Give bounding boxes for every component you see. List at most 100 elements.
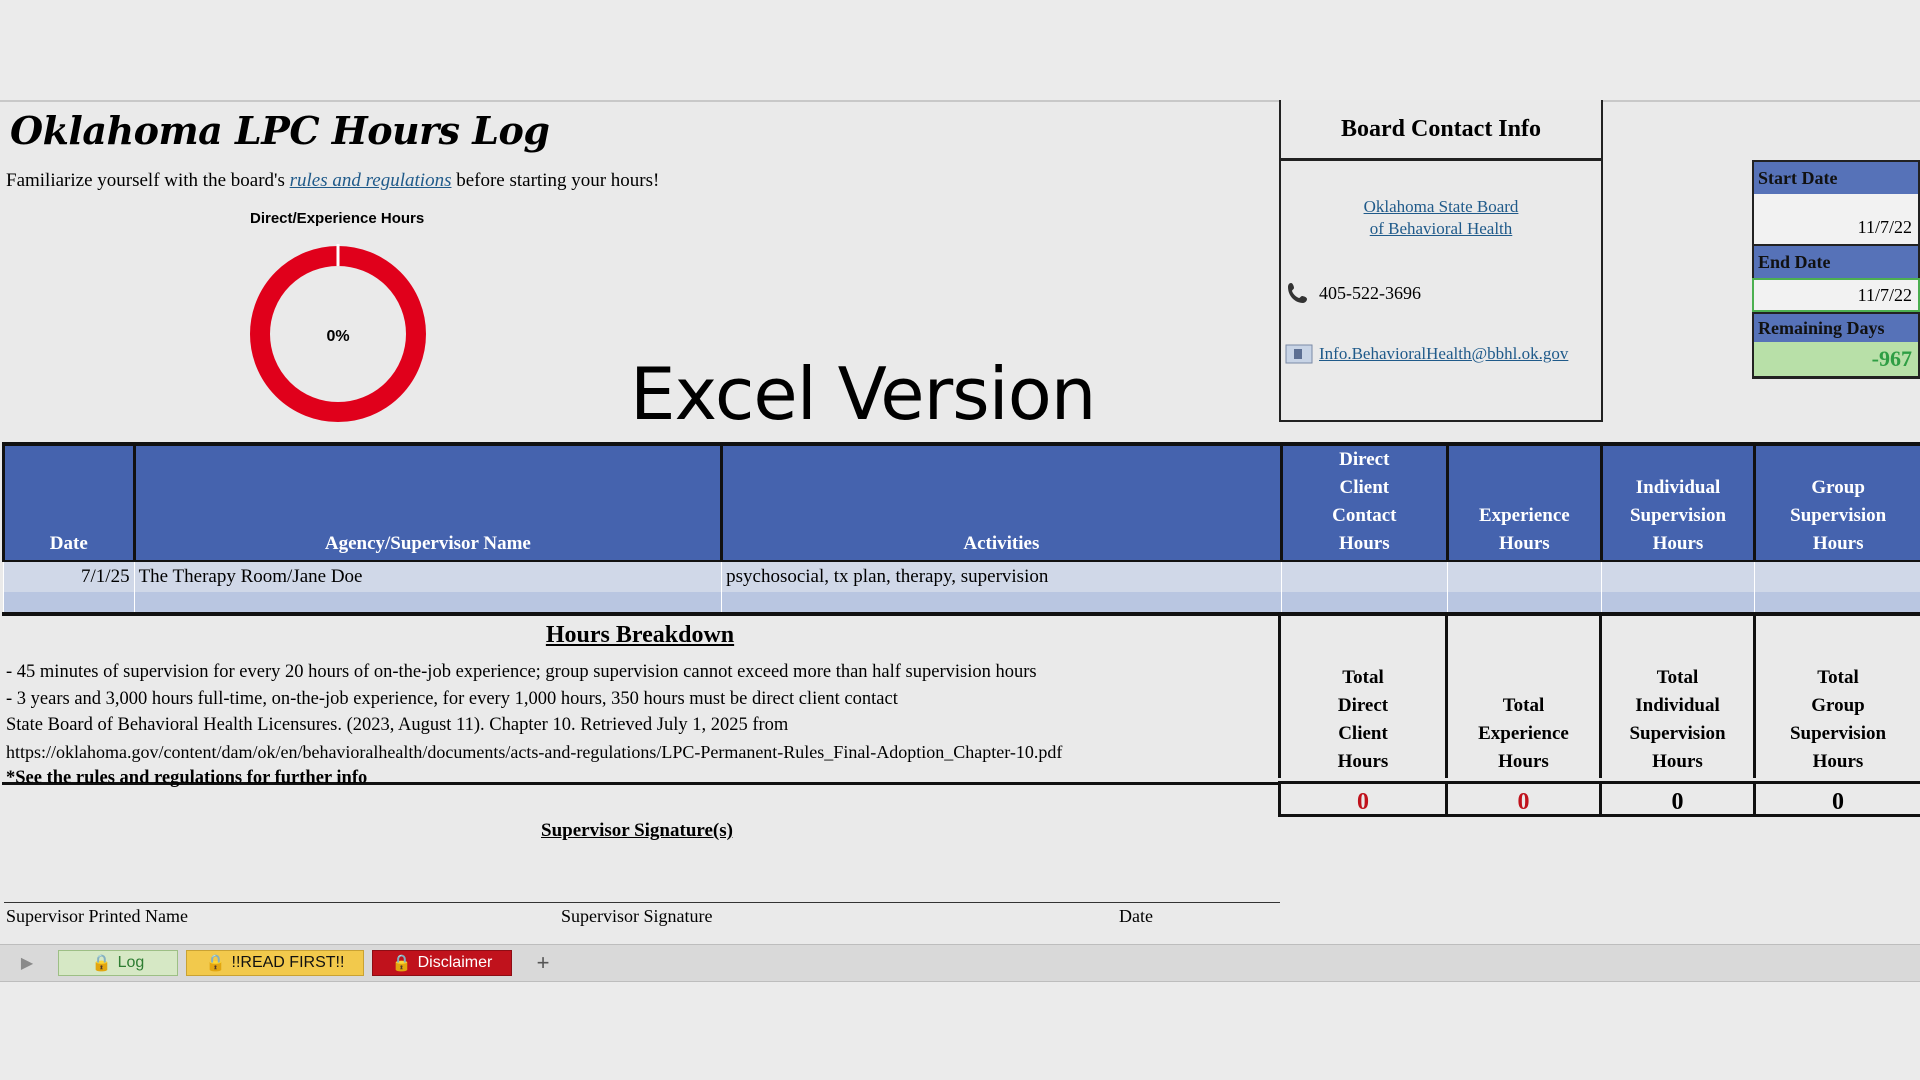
cell-date[interactable]: 7/1/25 xyxy=(3,561,135,592)
total-direct-value: 0 xyxy=(1278,781,1445,817)
col-header-activities[interactable]: Activities xyxy=(720,442,1282,562)
col-header-group[interactable]: Group Supervision Hours xyxy=(1753,442,1920,562)
total-group-l1: Total xyxy=(1817,667,1859,688)
breakdown-url: https://oklahoma.gov/content/dam/ok/en/b… xyxy=(6,742,1063,762)
intro-text: Familiarize yourself with the board's ru… xyxy=(6,170,659,192)
board-contact-panel: Board Contact Info Oklahoma State Board … xyxy=(1279,100,1603,422)
total-direct-l1: Total xyxy=(1342,667,1384,688)
breakdown-line2: - 3 years and 3,000 hours full-time, on-… xyxy=(6,689,898,709)
total-individual-value: 0 xyxy=(1599,781,1753,817)
cell-individual[interactable] xyxy=(1600,561,1755,592)
supervisor-signature-label: Supervisor Signature xyxy=(561,906,713,926)
individual-l1: Individual xyxy=(1635,477,1721,498)
scroll-tabs-right-icon[interactable]: ▶ xyxy=(14,950,40,976)
remaining-days-label: Remaining Days xyxy=(1752,312,1920,342)
cell-experience[interactable] xyxy=(1447,561,1602,592)
col-header-direct[interactable]: Direct Client Contact Hours xyxy=(1279,442,1448,562)
chart-title: Direct/Experience Hours xyxy=(250,210,425,227)
total-group-value: 0 xyxy=(1753,781,1920,817)
col-header-agency[interactable]: Agency/Supervisor Name xyxy=(132,442,722,562)
page-title: Oklahoma LPC Hours Log xyxy=(10,108,550,153)
group-l1: Group xyxy=(1811,477,1865,498)
donut-center-label: 0% xyxy=(326,328,349,345)
total-individual-l4: Hours xyxy=(1652,751,1703,772)
end-date-label: End Date xyxy=(1752,244,1920,278)
total-experience-l1: Total xyxy=(1502,695,1545,716)
board-phone: 405-522-3696 xyxy=(1285,280,1421,306)
total-direct-header: Total Direct Client Hours xyxy=(1278,612,1445,778)
direct-l3: Contact xyxy=(1332,505,1397,526)
col-header-experience[interactable]: Experience Hours xyxy=(1446,442,1602,562)
breakdown-title: Hours Breakdown xyxy=(545,622,735,648)
board-link-line1[interactable]: Oklahoma State Board xyxy=(1364,197,1519,216)
remaining-days-value: -967 xyxy=(1752,342,1920,379)
tab-read-first-label: !!READ FIRST!! xyxy=(231,954,345,971)
lock-icon: 🔒 xyxy=(391,955,412,972)
board-contact-heading: Board Contact Info xyxy=(1281,100,1601,161)
hours-breakdown: Hours Breakdown - 45 minutes of supervis… xyxy=(2,612,1278,788)
start-date-value[interactable]: 11/7/22 xyxy=(1752,194,1920,244)
phone-number: 405-522-3696 xyxy=(1319,282,1421,303)
end-date-value[interactable]: 11/7/22 xyxy=(1752,278,1920,312)
total-experience-l2: Experience xyxy=(1478,723,1569,744)
group-l2: Supervision xyxy=(1790,505,1887,526)
total-group-l3: Supervision xyxy=(1789,723,1887,744)
breakdown-line3: State Board of Behavioral Health Licensu… xyxy=(6,715,789,735)
individual-l3: Hours xyxy=(1652,533,1704,554)
tab-read-first[interactable]: 🔒 !!READ FIRST!! xyxy=(186,950,364,976)
experience-l1: Experience xyxy=(1478,505,1570,526)
lock-icon: 🔒 xyxy=(91,955,112,972)
progress-donut-chart: 0% xyxy=(250,244,426,422)
individual-l2: Supervision xyxy=(1629,505,1727,526)
total-individual-l2: Individual xyxy=(1635,695,1720,716)
intro-before: Familiarize yourself with the board's xyxy=(6,170,290,191)
total-direct-l2: Direct xyxy=(1337,695,1389,716)
tab-log[interactable]: 🔒 Log xyxy=(58,950,178,976)
total-individual-l1: Total xyxy=(1656,667,1699,688)
dates-panel: Start Date 11/7/22 End Date 11/7/22 Rema… xyxy=(1752,160,1920,379)
intro-after: before starting your hours! xyxy=(451,170,660,191)
cell-agency[interactable]: The Therapy Room/Jane Doe xyxy=(133,561,722,592)
total-experience-l3: Hours xyxy=(1498,751,1549,772)
signature-date-label: Date xyxy=(1119,906,1153,926)
email-link[interactable]: Info.BehavioralHealth@bbhl.ok.gov xyxy=(1319,344,1568,364)
hours-log-table: Date Agency/Supervisor Name Activities D… xyxy=(2,442,1920,616)
lock-icon: 🔒 xyxy=(205,955,226,972)
board-website-link[interactable]: Oklahoma State Board of Behavioral Healt… xyxy=(1281,196,1601,240)
window-background xyxy=(0,982,1920,1080)
total-direct-l4: Hours xyxy=(1337,751,1389,772)
board-link-line2[interactable]: of Behavioral Health xyxy=(1370,219,1513,238)
total-individual-header: Total Individual Supervision Hours xyxy=(1599,612,1753,778)
total-individual-l3: Supervision xyxy=(1629,723,1726,744)
table-row[interactable]: 7/1/25 The Therapy Room/Jane Doe psychos… xyxy=(3,561,1920,592)
tab-disclaimer[interactable]: 🔒 Disclaimer xyxy=(372,950,512,976)
direct-l2: Client xyxy=(1339,477,1390,498)
tab-disclaimer-label: Disclaimer xyxy=(417,954,493,971)
excel-version-label: Excel Version xyxy=(630,352,1096,436)
breakdown-line1: - 45 minutes of supervision for every 20… xyxy=(6,662,1037,682)
col-header-individual[interactable]: Individual Supervision Hours xyxy=(1599,442,1755,562)
cell-activities[interactable]: psychosocial, tx plan, therapy, supervis… xyxy=(721,561,1282,592)
experience-l2: Hours xyxy=(1498,533,1550,554)
total-experience-value: 0 xyxy=(1445,781,1599,817)
total-group-l2: Group xyxy=(1811,695,1865,716)
total-direct-l3: Client xyxy=(1338,723,1388,744)
total-group-header: Total Group Supervision Hours xyxy=(1753,612,1920,778)
cell-direct[interactable] xyxy=(1280,561,1448,592)
tab-log-label: Log xyxy=(117,954,145,971)
col-header-date[interactable]: Date xyxy=(2,442,135,562)
breakdown-note: *See the rules and regulations for furth… xyxy=(6,768,368,788)
cell-group[interactable] xyxy=(1754,561,1920,592)
total-group-l4: Hours xyxy=(1812,751,1864,772)
group-l3: Hours xyxy=(1812,533,1864,554)
add-sheet-button[interactable]: + xyxy=(526,950,560,976)
sheet-tab-bar: ▶ 🔒 Log 🔒 !!READ FIRST!! 🔒 Disclaimer + xyxy=(0,944,1920,982)
supervisor-printed-name-label: Supervisor Printed Name xyxy=(6,906,188,926)
direct-l4: Hours xyxy=(1338,533,1390,554)
board-email[interactable]: Info.BehavioralHealth@bbhl.ok.gov xyxy=(1285,344,1568,364)
phone-icon xyxy=(1288,283,1307,303)
start-date-label: Start Date xyxy=(1752,160,1920,194)
total-experience-header: Total Experience Hours xyxy=(1445,612,1599,778)
rules-link[interactable]: rules and regulations xyxy=(290,170,452,191)
email-icon xyxy=(1285,344,1313,364)
